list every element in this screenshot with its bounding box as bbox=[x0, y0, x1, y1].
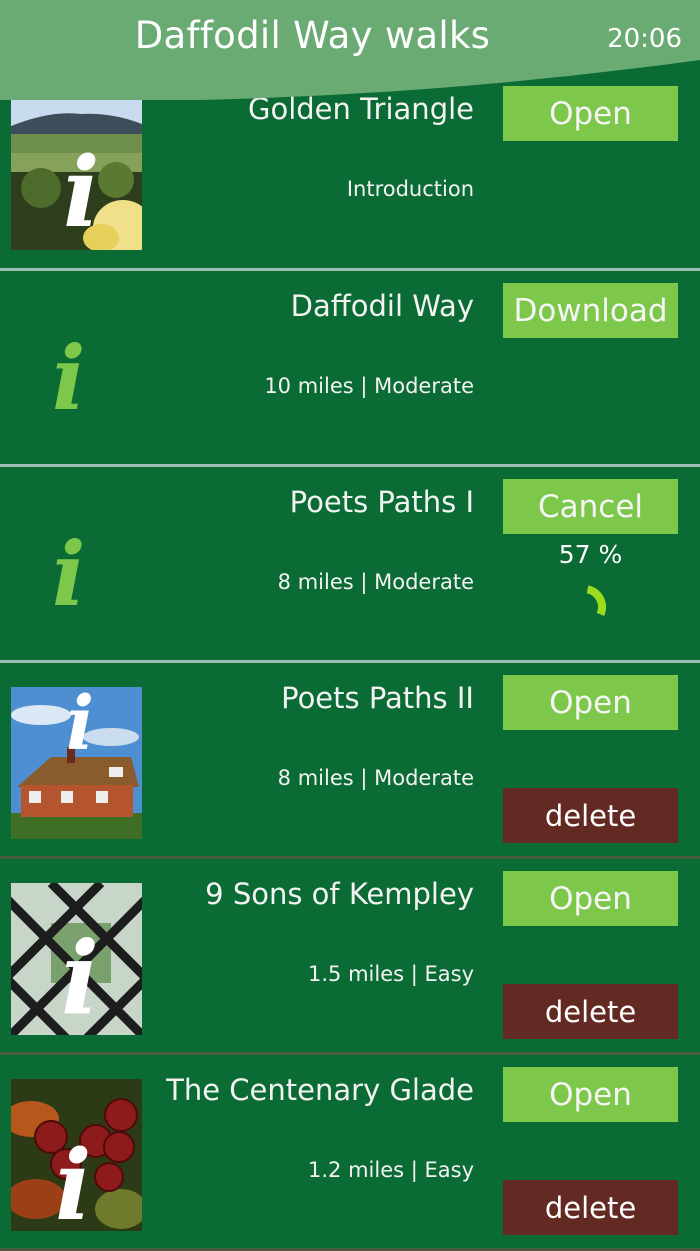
walk-row-daffodil-way: i Daffodil Way 10 miles | Moderate Downl… bbox=[0, 271, 700, 467]
delete-button[interactable]: delete bbox=[503, 1180, 678, 1235]
svg-text:i: i bbox=[66, 687, 94, 767]
walk-name: Poets Paths I bbox=[289, 485, 474, 519]
walk-name: Daffodil Way bbox=[290, 289, 474, 323]
open-button[interactable]: Open bbox=[503, 675, 678, 730]
app-header: Daffodil Way walks 20:06 bbox=[0, 0, 700, 100]
info-thumbnail-image: i bbox=[11, 1079, 142, 1231]
info-thumbnail-image: i bbox=[11, 98, 142, 250]
delete-button[interactable]: delete bbox=[503, 788, 678, 843]
delete-button[interactable]: delete bbox=[503, 984, 678, 1039]
lattice-window-thumbnail[interactable]: i bbox=[11, 883, 142, 1035]
svg-text:i: i bbox=[52, 522, 85, 613]
page-title: Daffodil Way walks bbox=[134, 14, 491, 57]
walk-detail: 10 miles | Moderate bbox=[264, 374, 474, 398]
walk-detail: 8 miles | Moderate bbox=[277, 766, 474, 790]
walk-row-centenary-glade: i The Centenary Glade 1.2 miles | Easy O… bbox=[0, 1055, 700, 1251]
download-button[interactable]: Download bbox=[503, 283, 678, 338]
open-button[interactable]: Open bbox=[503, 871, 678, 926]
walk-detail: Introduction bbox=[346, 177, 474, 201]
berries-thumbnail[interactable]: i bbox=[11, 1079, 142, 1231]
info-icon[interactable]: i bbox=[44, 513, 94, 626]
svg-text:i: i bbox=[61, 919, 99, 1035]
svg-text:i: i bbox=[63, 136, 99, 249]
svg-text:i: i bbox=[55, 1129, 91, 1231]
info-icon[interactable]: i bbox=[44, 317, 94, 430]
svg-text:i: i bbox=[52, 326, 85, 417]
info-thumbnail-image: i bbox=[11, 883, 142, 1035]
walk-row-golden-triangle: i Golden Triangle Introduction Open bbox=[0, 74, 700, 271]
cancel-button[interactable]: Cancel bbox=[503, 479, 678, 534]
walk-row-9-sons-of-kempley: i 9 Sons of Kempley 1.5 miles | Easy Ope… bbox=[0, 859, 700, 1055]
walk-name: Poets Paths II bbox=[281, 681, 474, 715]
walk-name: 9 Sons of Kempley bbox=[205, 877, 474, 911]
info-thumbnail-image: i bbox=[11, 687, 142, 839]
walk-row-poets-paths-2: i Poets Paths II 8 miles | Moderate Open… bbox=[0, 663, 700, 859]
cottage-thumbnail[interactable]: i bbox=[11, 687, 142, 839]
download-progress-label: 57 % bbox=[558, 540, 623, 569]
walk-row-poets-paths-1: i Poets Paths I 8 miles | Moderate Cance… bbox=[0, 467, 700, 663]
progress-spinner-icon bbox=[586, 585, 606, 616]
status-time: 20:06 bbox=[607, 24, 682, 54]
walk-list: i Golden Triangle Introduction Open i Da… bbox=[0, 74, 700, 1251]
open-button[interactable]: Open bbox=[503, 1067, 678, 1122]
walk-detail: 8 miles | Moderate bbox=[277, 570, 474, 594]
walk-detail: 1.2 miles | Easy bbox=[308, 1158, 474, 1182]
hills-landscape-thumbnail[interactable]: i bbox=[11, 98, 142, 250]
walk-detail: 1.5 miles | Easy bbox=[308, 962, 474, 986]
walk-name: The Centenary Glade bbox=[166, 1073, 474, 1107]
